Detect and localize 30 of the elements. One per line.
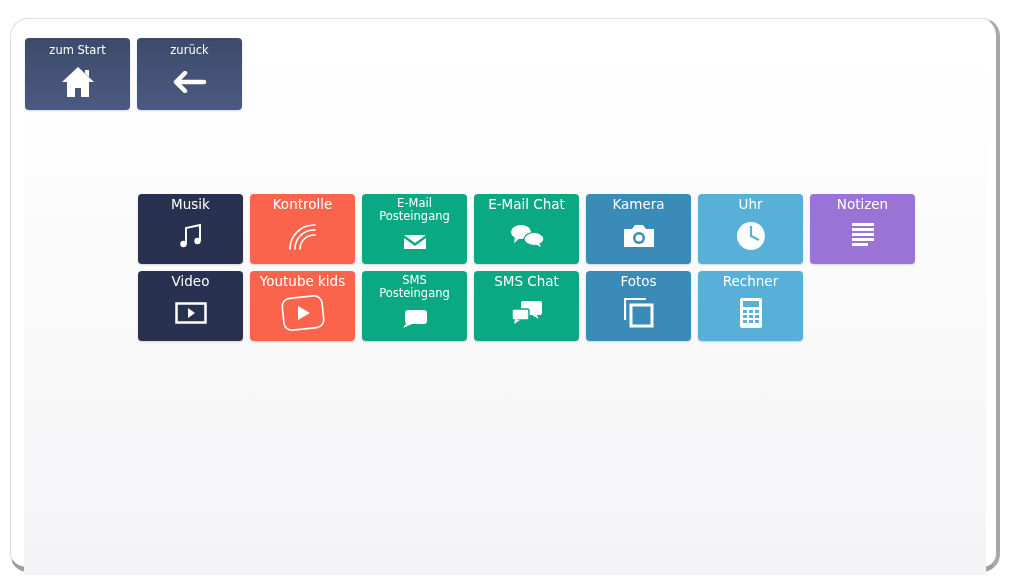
app-tile[interactable]: Notizen: [810, 194, 915, 264]
music-note-icon: [177, 223, 204, 249]
app-tile[interactable]: Fotos: [586, 271, 691, 341]
left-arrow-icon: [172, 70, 207, 93]
nav-button[interactable]: zurück: [137, 38, 242, 110]
stacked-photos-icon: [623, 298, 654, 328]
speech-bubble-icon: [402, 309, 427, 328]
app-tile[interactable]: E-Mail Chat: [474, 194, 579, 264]
speech-bubbles-icon: [508, 224, 545, 248]
app-tile[interactable]: Rechner: [698, 271, 803, 341]
lines-icon: [851, 223, 874, 249]
play-button-icon: [278, 294, 327, 332]
camera-icon: [621, 223, 656, 249]
home-icon: [60, 65, 95, 98]
calculator-icon: [739, 298, 762, 328]
app-tile[interactable]: Uhr: [698, 194, 803, 264]
signal-arcs-icon: [286, 222, 319, 250]
envelope-icon: [403, 234, 426, 249]
clock-icon: [735, 221, 766, 251]
app-tile[interactable]: SMS Chat: [474, 271, 579, 341]
app-tile[interactable]: Video: [138, 271, 243, 341]
speech-bubbles-icon: [511, 301, 542, 325]
app-tile[interactable]: E-Mail Posteingang: [362, 194, 467, 264]
app-tile[interactable]: Kontrolle: [250, 194, 355, 264]
app-tile[interactable]: SMS Posteingang: [362, 271, 467, 341]
video-frame-icon: [174, 302, 207, 324]
app-tile[interactable]: Musik: [138, 194, 243, 264]
app-tile[interactable]: Kamera: [586, 194, 691, 264]
nav-button[interactable]: zum Start: [25, 38, 130, 110]
app-tile[interactable]: Youtube kids: [250, 271, 355, 341]
